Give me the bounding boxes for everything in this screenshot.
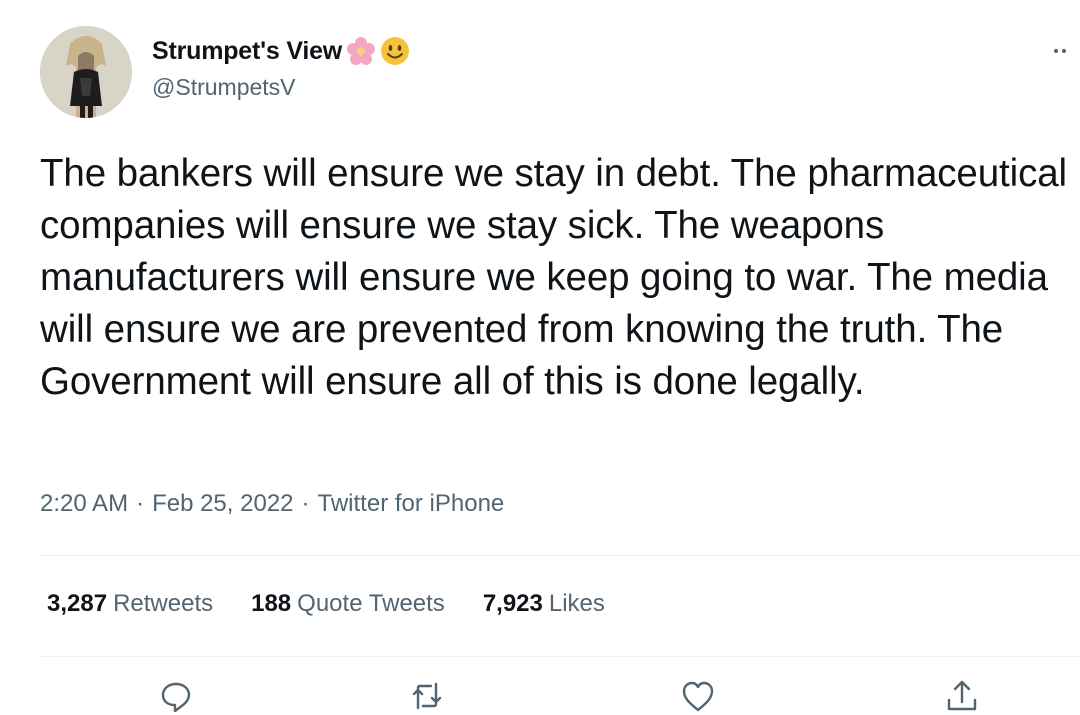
likes-count: 7,923 xyxy=(482,590,543,617)
more-options-icon[interactable] xyxy=(1054,40,1076,53)
quote-tweets-stat[interactable]: 188 Quote Tweets xyxy=(251,590,445,618)
quote-tweets-count: 188 xyxy=(251,590,292,617)
tweet-card: Strumpet's View @StrumpetsV The bankers … xyxy=(0,0,1080,715)
tweet-date[interactable]: Feb 25, 2022 xyxy=(152,490,293,517)
retweet-icon[interactable] xyxy=(409,678,445,714)
tweet-header: Strumpet's View @StrumpetsV xyxy=(40,26,1070,118)
quote-tweets-label: Quote Tweets xyxy=(297,590,445,617)
meta-separator: · xyxy=(136,490,145,517)
likes-label: Likes xyxy=(548,590,605,617)
author-handle[interactable]: @StrumpetsV xyxy=(152,74,410,101)
like-icon[interactable] xyxy=(680,678,716,714)
author-info: Strumpet's View @StrumpetsV xyxy=(152,34,410,101)
likes-stat[interactable]: 7,923 Likes xyxy=(483,590,605,618)
divider xyxy=(40,555,1080,556)
author-avatar[interactable] xyxy=(40,26,132,118)
tweet-actions xyxy=(0,678,1080,715)
display-name-row: Strumpet's View xyxy=(152,34,410,68)
retweets-count: 3,287 xyxy=(47,590,108,617)
display-name[interactable]: Strumpet's View xyxy=(152,37,342,66)
divider xyxy=(40,656,1080,657)
share-icon[interactable] xyxy=(944,678,980,714)
tweet-metadata: 2:20 AM · Feb 25, 2022 · Twitter for iPhone xyxy=(40,490,504,518)
tweet-source[interactable]: Twitter for iPhone xyxy=(318,490,505,517)
retweets-stat[interactable]: 3,287 Retweets xyxy=(47,590,213,618)
smiling-face-emoji-icon xyxy=(380,36,410,66)
tweet-stats: 3,287 Retweets 188 Quote Tweets 7,923 Likes xyxy=(47,590,643,618)
meta-separator: · xyxy=(301,490,310,517)
tweet-text: The bankers will ensure we stay in debt.… xyxy=(40,152,1078,403)
retweets-label: Retweets xyxy=(113,590,214,617)
tweet-time[interactable]: 2:20 AM xyxy=(40,490,128,517)
cherry-blossom-emoji-icon xyxy=(346,36,376,66)
avatar-image xyxy=(40,26,132,118)
reply-icon[interactable] xyxy=(158,678,194,714)
